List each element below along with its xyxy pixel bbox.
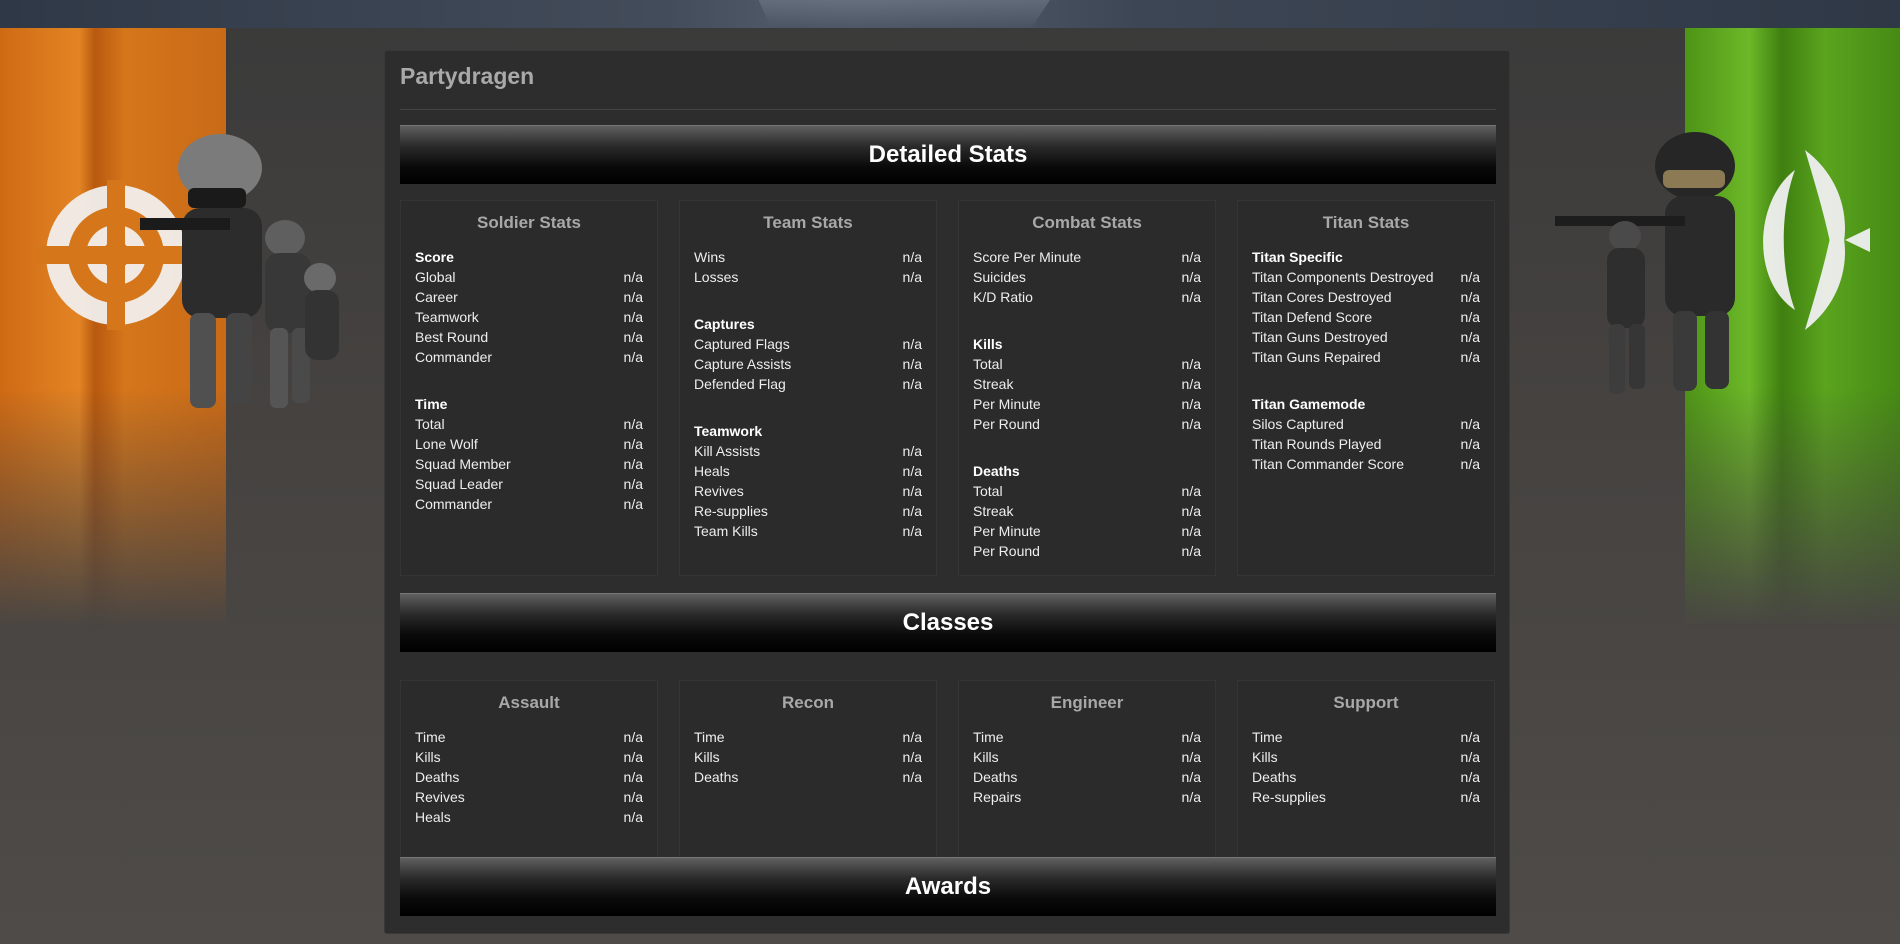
stat-row: Repairs n/a [973, 789, 1201, 805]
divider [400, 109, 1496, 110]
stat-row: Heals n/a [694, 463, 922, 479]
stat-row: Kills n/a [415, 749, 643, 765]
stat-row: Deaths n/a [694, 769, 922, 785]
stat-row: Kill Assists n/a [694, 443, 922, 459]
stat-row: Lone Wolf n/a [415, 436, 643, 452]
stats-container: Partydragen Detailed Stats Soldier Stats… [384, 50, 1510, 934]
stat-row: Kills n/a [973, 749, 1201, 765]
stat-row: Deaths n/a [415, 769, 643, 785]
group-title: Kills [973, 336, 1003, 352]
stat-row: Titan Cores Destroyed n/a [1252, 289, 1480, 305]
group-title: Titan Specific [1252, 249, 1343, 265]
stat-row: Total n/a [973, 483, 1201, 499]
stat-row: Teamwork n/a [415, 309, 643, 325]
stat-row: Career n/a [415, 289, 643, 305]
left-soldiers-illustration [140, 134, 339, 408]
stat-row: Titan Components Destroyed n/a [1252, 269, 1480, 285]
panel-title: Soldier Stats [477, 213, 581, 232]
stat-row: Suicides n/a [973, 269, 1201, 285]
stat-row: Best Round n/a [415, 329, 643, 345]
stat-row: Score Per Minute n/a [973, 249, 1201, 265]
stat-row: Defended Flag n/a [694, 376, 922, 392]
stat-row: Commander n/a [415, 349, 643, 365]
awards-header: Awards [400, 857, 1496, 916]
classes-header: Classes [400, 593, 1496, 652]
stat-row: Team Kills n/a [694, 523, 922, 539]
panel-title: Assault [498, 693, 560, 712]
stats-panel-combat: Combat Stats Score Per Minute n/a Suicide… [958, 200, 1216, 576]
stat-row: Per Round n/a [973, 543, 1201, 559]
stat-row: Streak n/a [973, 503, 1201, 519]
stat-row: Titan Guns Repaired n/a [1252, 349, 1480, 365]
group-title: Deaths [973, 463, 1020, 479]
player-name: Partydragen [400, 63, 535, 89]
stats-panel-soldier: Soldier Stats Score Global n/a Career n/a … [400, 200, 658, 576]
stat-row: Re-supplies n/a [1252, 789, 1480, 805]
stat-row: Titan Guns Destroyed n/a [1252, 329, 1480, 345]
stat-row: Revives n/a [694, 483, 922, 499]
stat-row: Captured Flags n/a [694, 336, 922, 352]
stat-row: Kills n/a [694, 749, 922, 765]
stat-row: Deaths n/a [973, 769, 1201, 785]
group-title: Captures [694, 316, 755, 332]
stat-row: Streak n/a [973, 376, 1201, 392]
stat-row: Total n/a [415, 416, 643, 432]
stat-row: Time n/a [694, 729, 922, 745]
stat-row: Titan Rounds Played n/a [1252, 436, 1480, 452]
detailed-stats-header: Detailed Stats [400, 125, 1496, 184]
stat-row: Heals n/a [415, 809, 643, 825]
stat-row: Kills n/a [1252, 749, 1480, 765]
stat-row: Time n/a [1252, 729, 1480, 745]
stat-row: Per Minute n/a [973, 523, 1201, 539]
stat-row: Titan Defend Score n/a [1252, 309, 1480, 325]
panel-title: Recon [782, 693, 834, 712]
stat-row: Re-supplies n/a [694, 503, 922, 519]
panel-title: Titan Stats [1322, 213, 1410, 232]
stats-panel-team: Team Stats Wins n/a Losses n/a Captures Ca… [679, 200, 937, 576]
stat-row: Time n/a [973, 729, 1201, 745]
stat-row: Total n/a [973, 356, 1201, 372]
stat-row: K/D Ratio n/a [973, 289, 1201, 305]
panel-title: Team Stats [763, 213, 853, 232]
group-title: Time [415, 396, 448, 412]
stat-row: Per Minute n/a [973, 396, 1201, 412]
panel-title: Combat Stats [1032, 213, 1142, 232]
stat-row: Time n/a [415, 729, 643, 745]
right-soldiers-illustration [1555, 132, 1735, 394]
stat-row: Capture Assists n/a [694, 356, 922, 372]
group-title: Score [415, 249, 454, 265]
stat-row: Squad Leader n/a [415, 476, 643, 492]
stat-row: Squad Member n/a [415, 456, 643, 472]
stats-panel-titan: Titan Stats Titan Specific Titan Compone… [1237, 200, 1495, 576]
stat-row: Silos Captured n/a [1252, 416, 1480, 432]
stat-row: Losses n/a [694, 269, 922, 285]
stat-row: Titan Commander Score n/a [1252, 456, 1480, 472]
group-title: Titan Gamemode [1252, 396, 1366, 412]
stat-row: Revives n/a [415, 789, 643, 805]
stat-row: Global n/a [415, 269, 643, 285]
stat-row: Per Round n/a [973, 416, 1201, 432]
panel-title: Support [1333, 693, 1399, 712]
stat-row: Commander n/a [415, 496, 643, 512]
panel-title: Engineer [1050, 693, 1124, 712]
top-bar [0, 0, 1900, 28]
stat-row: Deaths n/a [1252, 769, 1480, 785]
group-title: Teamwork [694, 423, 763, 439]
top-bar-plate [758, 0, 1050, 28]
stat-row: Wins n/a [694, 249, 922, 265]
